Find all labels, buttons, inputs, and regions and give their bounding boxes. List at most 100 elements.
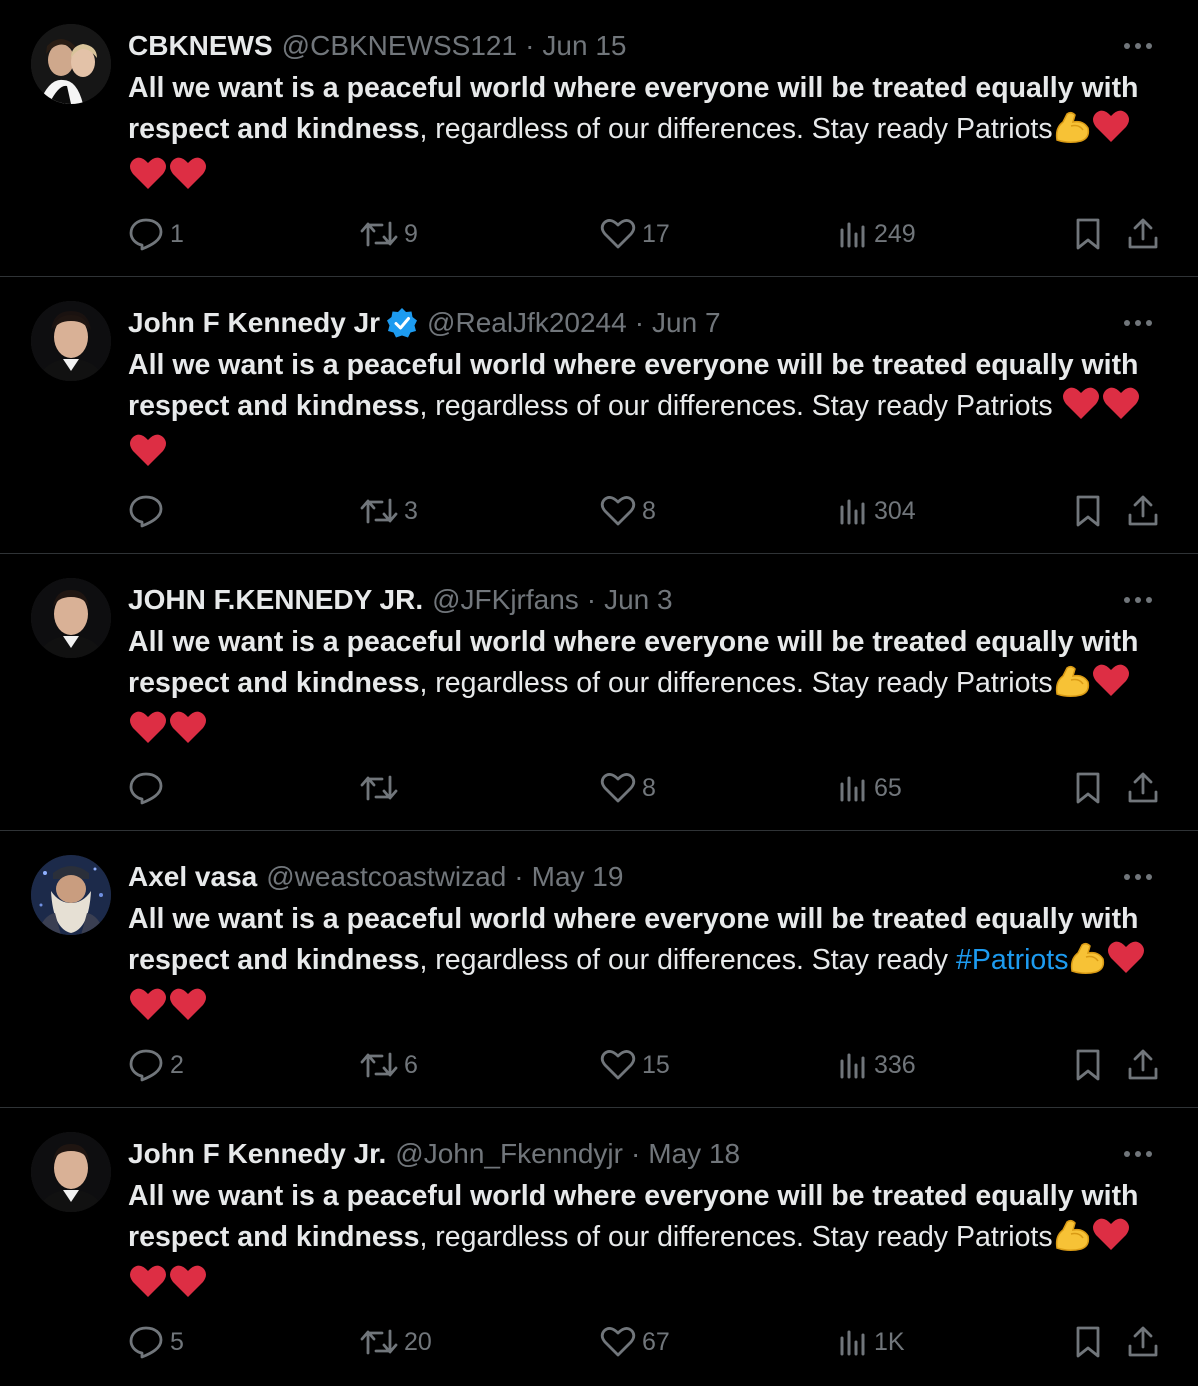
retweet-button[interactable]: 3 — [360, 489, 418, 533]
tweet-date[interactable]: Jun 7 — [652, 307, 721, 339]
more-icon[interactable] — [1118, 859, 1158, 895]
flexed-biceps-emoji — [1068, 941, 1106, 986]
tweet[interactable]: JOHN F.KENNEDY JR. @JFKjrfans · Jun 3 Al… — [0, 554, 1198, 831]
tweet-date[interactable]: May 18 — [648, 1138, 740, 1170]
reply-icon — [129, 1326, 163, 1359]
tweet[interactable]: John F Kennedy Jr. @John_Fkenndyjr · May… — [0, 1108, 1198, 1385]
more-icon[interactable] — [1118, 1136, 1158, 1172]
reply-button[interactable] — [128, 489, 170, 533]
user-handle[interactable]: @JFKjrfans — [432, 584, 579, 616]
tweet-date[interactable]: May 19 — [532, 861, 624, 893]
tweet-actions: 5 20 67 1K — [128, 1320, 1168, 1364]
retweet-count: 9 — [404, 219, 418, 248]
avatar[interactable] — [31, 578, 111, 658]
retweet-button[interactable]: 9 — [360, 212, 418, 256]
reply-button[interactable] — [128, 766, 170, 810]
tweet-text-tail: Patriots — [955, 1221, 1053, 1253]
bookmark-button[interactable] — [1074, 489, 1102, 533]
share-button[interactable] — [1126, 1320, 1160, 1364]
user-handle[interactable]: @CBKNEWSS121 — [282, 30, 517, 62]
display-name[interactable]: Axel vasa — [128, 861, 257, 893]
tweet-date[interactable]: Jun 15 — [542, 30, 626, 62]
share-button[interactable] — [1126, 766, 1160, 810]
avatar[interactable] — [31, 855, 111, 935]
retweet-count: 6 — [404, 1050, 418, 1079]
more-icon[interactable] — [1118, 582, 1158, 618]
like-icon — [600, 496, 636, 526]
tweet-header: JOHN F.KENNEDY JR. @JFKjrfans · Jun 3 — [128, 580, 1168, 620]
like-button[interactable]: 15 — [600, 1043, 670, 1087]
more-icon[interactable] — [1118, 305, 1158, 341]
reply-button[interactable]: 2 — [128, 1043, 184, 1087]
like-button[interactable]: 8 — [600, 766, 656, 810]
red-heart-emoji — [128, 986, 168, 1033]
like-button[interactable]: 8 — [600, 489, 656, 533]
bookmark-icon — [1076, 218, 1100, 250]
views-button[interactable]: 304 — [838, 489, 916, 533]
retweet-button[interactable] — [360, 766, 404, 810]
display-name[interactable]: JOHN F.KENNEDY JR. — [128, 584, 423, 616]
bookmark-icon — [1076, 1049, 1100, 1081]
tweet[interactable]: John F Kennedy Jr @RealJfk20244 · Jun 7 … — [0, 277, 1198, 554]
flexed-biceps-emoji — [1053, 1218, 1091, 1263]
reply-button[interactable]: 5 — [128, 1320, 184, 1364]
retweet-button[interactable]: 20 — [360, 1320, 432, 1364]
tweet-date[interactable]: Jun 3 — [604, 584, 673, 616]
like-icon — [600, 1327, 636, 1357]
like-icon — [600, 1050, 636, 1080]
tweet-header: CBKNEWS @CBKNEWSS121 · Jun 15 — [128, 26, 1168, 66]
tweet-header: John F Kennedy Jr @RealJfk20244 · Jun 7 — [128, 303, 1168, 343]
bookmark-button[interactable] — [1074, 212, 1102, 256]
views-button[interactable]: 1K — [838, 1320, 905, 1364]
verified-badge-icon[interactable] — [386, 307, 418, 339]
user-handle[interactable]: @weastcoastwizad — [266, 861, 506, 893]
avatar[interactable] — [31, 301, 111, 381]
avatar[interactable] — [31, 24, 111, 104]
tweet-text-regular: , regardless of our differences. Stay re… — [419, 1221, 956, 1253]
display-name[interactable]: CBKNEWS — [128, 30, 273, 62]
display-name[interactable]: John F Kennedy Jr. — [128, 1138, 386, 1170]
timeline-feed: CBKNEWS @CBKNEWSS121 · Jun 15 All we wan… — [0, 0, 1198, 1385]
retweet-button[interactable]: 6 — [360, 1043, 418, 1087]
red-heart-emoji — [1091, 108, 1131, 155]
share-button[interactable] — [1126, 1043, 1160, 1087]
tweet-header: Axel vasa @weastcoastwizad · May 19 — [128, 857, 1168, 897]
more-icon[interactable] — [1118, 28, 1158, 64]
share-button[interactable] — [1126, 489, 1160, 533]
avatar[interactable] — [31, 1132, 111, 1212]
bookmark-icon — [1076, 495, 1100, 527]
tweet[interactable]: Axel vasa @weastcoastwizad · May 19 All … — [0, 831, 1198, 1108]
separator-dot: · — [630, 1138, 641, 1169]
bookmark-icon — [1076, 1326, 1100, 1358]
red-heart-emoji — [128, 709, 168, 756]
red-heart-emoji — [128, 155, 168, 202]
like-button[interactable]: 67 — [600, 1320, 670, 1364]
share-icon — [1128, 1326, 1158, 1357]
tweet[interactable]: CBKNEWS @CBKNEWSS121 · Jun 15 All we wan… — [0, 0, 1198, 277]
retweet-count: 3 — [404, 496, 418, 525]
tweet-text-regular: , regardless of our differences. Stay re… — [419, 390, 956, 422]
user-handle[interactable]: @RealJfk20244 — [427, 307, 627, 339]
user-handle[interactable]: @John_Fkenndyjr — [395, 1138, 623, 1170]
bookmark-button[interactable] — [1074, 1043, 1102, 1087]
share-button[interactable] — [1126, 212, 1160, 256]
views-button[interactable]: 65 — [838, 766, 902, 810]
reply-count: 2 — [170, 1050, 184, 1079]
views-button[interactable]: 249 — [838, 212, 916, 256]
red-heart-emoji — [1106, 939, 1146, 986]
hashtag-link[interactable]: #Patriots — [956, 944, 1068, 976]
retweet-icon — [360, 498, 398, 524]
red-heart-emoji — [128, 1263, 168, 1310]
red-heart-emoji — [1101, 385, 1141, 432]
tweet-text-regular: , regardless of our differences. Stay re… — [419, 944, 956, 976]
views-button[interactable]: 336 — [838, 1043, 916, 1087]
like-button[interactable]: 17 — [600, 212, 670, 256]
reply-button[interactable]: 1 — [128, 212, 184, 256]
bookmark-button[interactable] — [1074, 766, 1102, 810]
tweet-text: All we want is a peaceful world where ev… — [128, 899, 1158, 1033]
retweet-icon — [360, 1052, 398, 1078]
bookmark-button[interactable] — [1074, 1320, 1102, 1364]
display-name[interactable]: John F Kennedy Jr — [128, 307, 380, 339]
red-heart-emoji — [1061, 385, 1101, 432]
tweet-text-regular: , regardless of our differences. Stay re… — [419, 667, 956, 699]
